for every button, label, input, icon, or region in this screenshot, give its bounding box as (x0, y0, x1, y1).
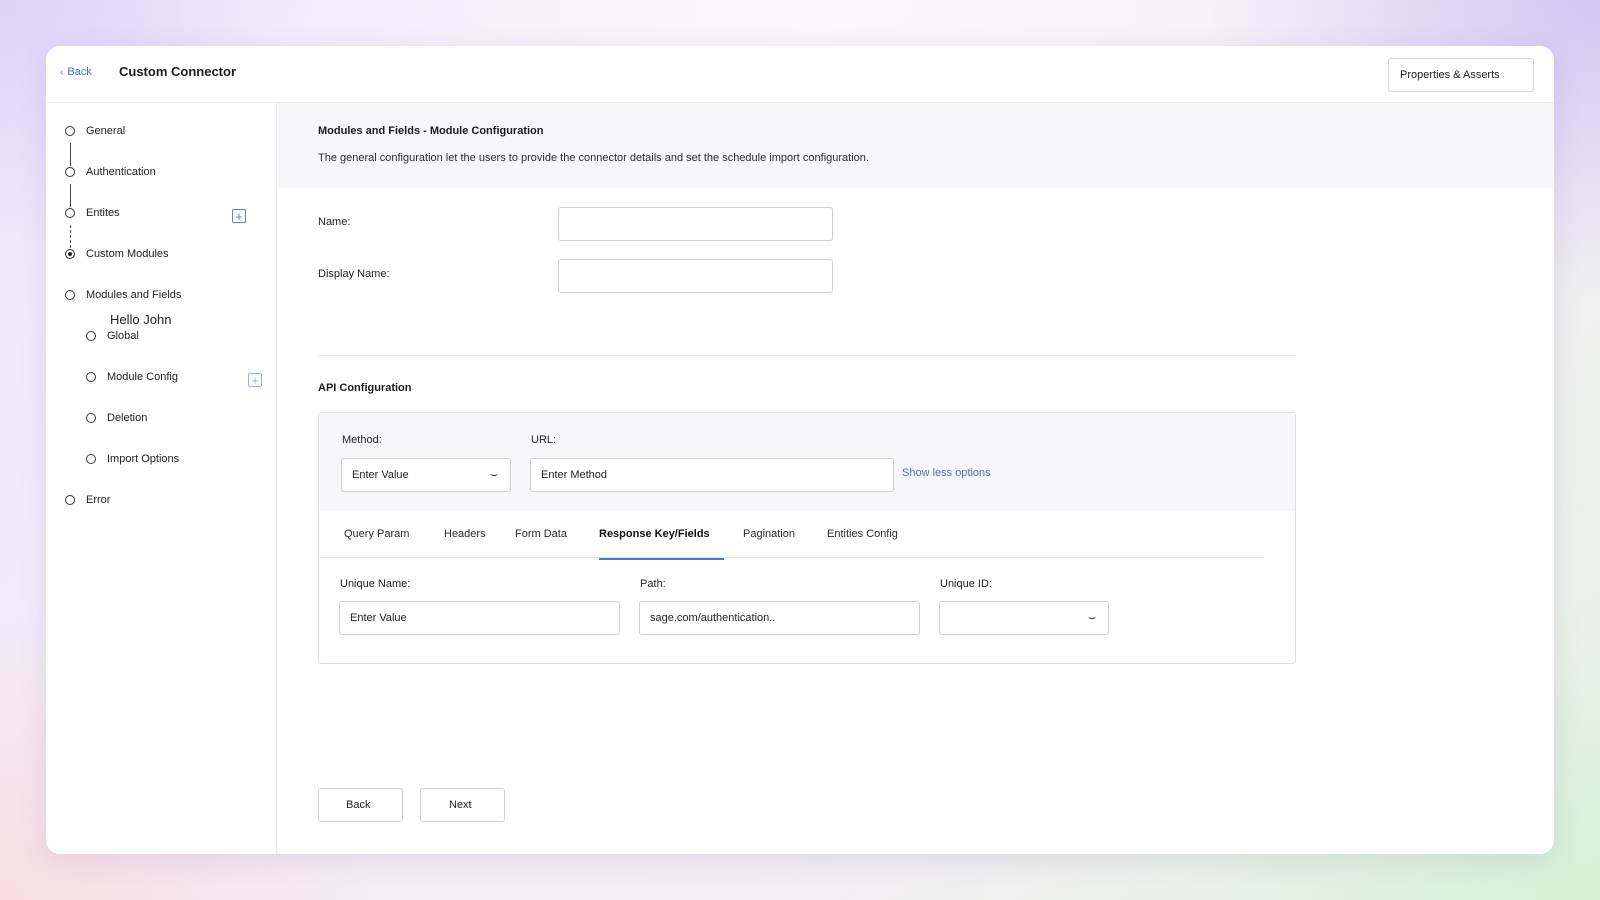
step-label: Custom Modules (86, 248, 169, 260)
substep-label: Global (107, 330, 139, 342)
radio-icon (86, 372, 96, 382)
section-title: Modules and Fields - Module Configuratio… (318, 125, 544, 137)
api-tabs: Query Param Headers Form Data Response K… (319, 511, 1263, 558)
unique-id-select[interactable]: ⌣ (939, 601, 1109, 635)
name-label: Name: (318, 216, 351, 228)
step-label: General (86, 125, 126, 137)
radio-icon (65, 167, 75, 177)
plus-icon: + (251, 372, 259, 388)
path-label: Path: (640, 578, 666, 590)
step-label: Entites (86, 207, 120, 219)
steps-sidebar: General Authentication Entites + Custom … (46, 103, 277, 854)
step-label: Error (86, 494, 111, 506)
radio-icon (86, 331, 96, 341)
radio-selected-icon (65, 249, 75, 259)
chevron-left-icon: ‹ (60, 67, 64, 78)
top-bar: ‹ Back Custom Connector Properties & Asse… (46, 46, 1554, 103)
display-name-label: Display Name: (318, 268, 390, 280)
substep-module-config[interactable]: Module Config (86, 371, 178, 383)
page-title: Custom Connector (119, 64, 236, 79)
show-less-options-link[interactable]: Show less options (902, 467, 991, 479)
back-link[interactable]: ‹ Back (60, 66, 92, 78)
chevron-down-icon: ⌣ (1088, 610, 1096, 624)
add-module-config-button[interactable]: + (248, 373, 262, 387)
plus-icon: + (235, 208, 243, 224)
step-label: Authentication (86, 166, 156, 178)
radio-icon (65, 126, 75, 136)
step-authentication[interactable]: Authentication (65, 166, 156, 178)
path-input[interactable]: sage.com/authentication.. (639, 601, 920, 635)
divider (318, 355, 1296, 356)
unique-id-label: Unique ID: (940, 578, 992, 590)
tab-query-param[interactable]: Query Param (344, 528, 409, 540)
url-input[interactable]: Enter Method (530, 458, 894, 492)
name-input[interactable] (558, 207, 833, 241)
app-window: ‹ Back Custom Connector Properties & Asse… (46, 46, 1554, 854)
api-config-title: API Configuration (318, 382, 412, 394)
radio-icon (65, 208, 75, 218)
tab-response-key-fields[interactable]: Response Key/Fields (599, 528, 710, 540)
active-tab-indicator (599, 558, 724, 560)
step-modules-and-fields[interactable]: Modules and Fields (65, 289, 181, 301)
back-link-label: Back (67, 66, 92, 78)
api-config-panel: Method: Enter Value ⌣ URL: Enter Method … (318, 412, 1296, 664)
tab-entities-config[interactable]: Entities Config (827, 528, 898, 540)
section-description: The general configuration let the users … (318, 152, 869, 164)
substep-label: Import Options (107, 453, 180, 465)
substep-label: Deletion (107, 412, 148, 424)
add-entity-button[interactable]: + (232, 209, 246, 223)
tab-form-data[interactable]: Form Data (515, 528, 567, 540)
back-button[interactable]: Back (318, 788, 403, 822)
chevron-down-icon: ⌣ (490, 467, 498, 481)
step-connector (70, 225, 71, 248)
method-label: Method: (342, 434, 382, 446)
unique-name-label: Unique Name: (340, 578, 411, 590)
main-content: Modules and Fields - Module Configuratio… (278, 103, 1554, 854)
radio-icon (86, 454, 96, 464)
step-connector (70, 143, 71, 166)
step-general[interactable]: General (65, 125, 125, 137)
step-connector (70, 184, 71, 207)
step-label: Modules and Fields (86, 289, 182, 301)
tab-pagination[interactable]: Pagination (743, 528, 795, 540)
step-custom-modules[interactable]: Custom Modules (65, 248, 169, 260)
display-name-input[interactable] (558, 259, 833, 293)
unique-name-input[interactable]: Enter Value (339, 601, 620, 635)
url-label: URL: (531, 434, 557, 446)
properties-button[interactable]: Properties & Asserts (1388, 58, 1534, 92)
section-header: Modules and Fields - Module Configuratio… (278, 103, 1554, 188)
step-entites[interactable]: Entites (65, 207, 120, 219)
greeting-text: Hello John (110, 312, 172, 327)
api-request-row: Method: Enter Value ⌣ URL: Enter Method … (319, 413, 1295, 511)
substep-import-options[interactable]: Import Options (86, 453, 179, 465)
radio-icon (65, 495, 75, 505)
substep-label: Module Config (107, 371, 178, 383)
step-error[interactable]: Error (65, 494, 110, 506)
substep-deletion[interactable]: Deletion (86, 412, 147, 424)
substep-global[interactable]: Global (86, 330, 139, 342)
radio-icon (65, 290, 75, 300)
radio-icon (86, 413, 96, 423)
tab-headers[interactable]: Headers (444, 528, 486, 540)
next-button[interactable]: Next (420, 788, 505, 822)
method-select[interactable]: Enter Value ⌣ (341, 458, 511, 492)
method-value: Enter Value (352, 469, 409, 481)
